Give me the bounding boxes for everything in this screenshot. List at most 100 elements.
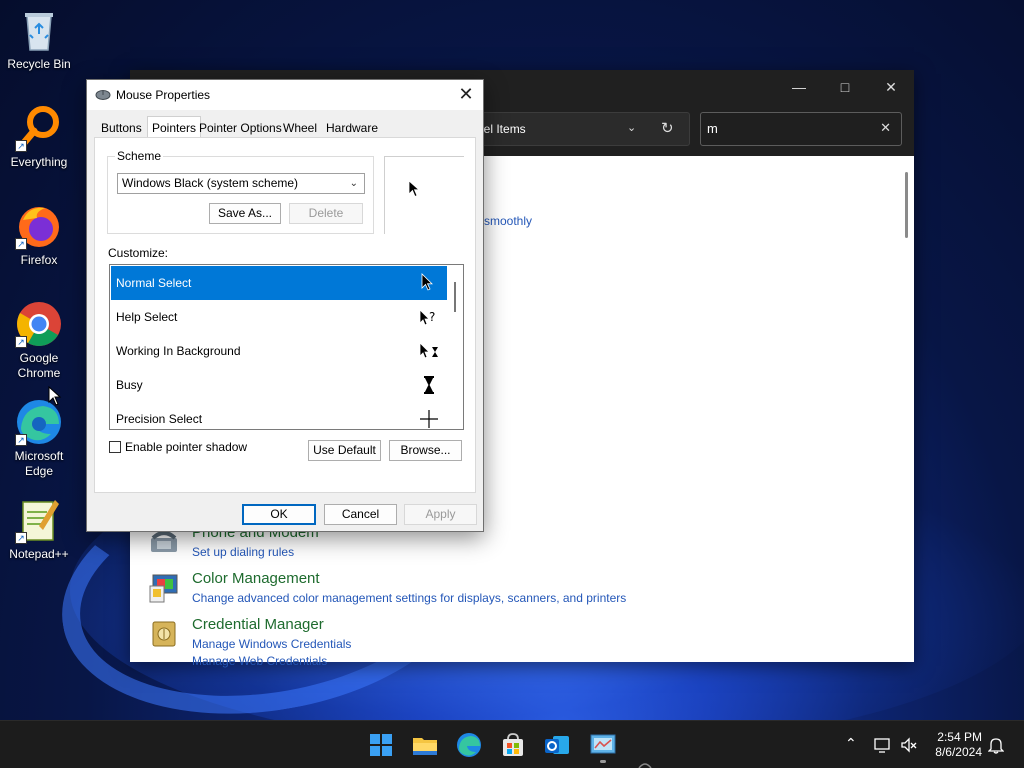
shortcut-arrow-icon: ↗ [15, 238, 27, 250]
clock[interactable]: 2:54 PM 8/6/2024 [920, 730, 982, 760]
ok-button[interactable]: OK [242, 504, 316, 525]
scheme-select-value: Windows Black (system scheme) [122, 176, 299, 190]
everything-search-icon: ↗ [15, 104, 63, 152]
chevron-up-icon[interactable]: ⌃ [845, 735, 857, 752]
credential-vault-icon [148, 618, 180, 650]
cp-item-title[interactable]: Color Management [192, 570, 320, 587]
cp-item-link[interactable]: Set up dialing rules [192, 545, 294, 559]
task-link-fragment[interactable]: smoothly [484, 214, 532, 228]
shortcut-arrow-icon: ↗ [15, 140, 27, 152]
list-item[interactable]: Help Select ? [111, 300, 447, 334]
desktop-icon-label: Microsoft Edge [14, 449, 64, 478]
close-button[interactable]: ✕ [868, 76, 914, 98]
pointer-name: Normal Select [116, 276, 192, 290]
desktop-icon-everything[interactable]: ↗ Everything [0, 104, 78, 170]
desktop-icon-firefox[interactable]: ↗ Firefox [0, 202, 78, 268]
mouse-cursor-icon [48, 386, 62, 406]
desktop-icon-google-chrome[interactable]: ↗ Google Chrome [0, 300, 78, 381]
clear-search-icon[interactable]: ✕ [880, 120, 891, 136]
precision-crosshair-icon [420, 410, 438, 428]
pointer-preview [384, 156, 464, 234]
scheme-select[interactable]: Windows Black (system scheme) ⌄ [117, 173, 365, 194]
cp-item-link[interactable]: Manage Web Credentials [192, 654, 327, 668]
start-button-windows-icon[interactable] [367, 731, 395, 759]
list-item[interactable]: Busy [111, 368, 447, 402]
mouse-icon [95, 90, 111, 100]
recycle-bin-icon [15, 6, 63, 54]
browse-button[interactable]: Browse... [389, 440, 462, 461]
network-icon[interactable] [874, 736, 892, 754]
scheme-group: Scheme Windows Black (system scheme) ⌄ S… [107, 149, 374, 234]
pointer-name: Help Select [116, 310, 178, 324]
desktop-icon-label: Everything [10, 155, 68, 169]
customize-label: Customize: [108, 246, 169, 260]
search-input-value: m [707, 121, 718, 136]
shortcut-arrow-icon: ↗ [15, 336, 27, 348]
checkbox-box[interactable] [109, 441, 121, 453]
clock-date: 8/6/2024 [935, 745, 982, 759]
shortcut-arrow-icon: ↗ [15, 434, 27, 446]
address-text: nel Items [477, 122, 526, 136]
desktop-icon-label: Recycle Bin [7, 57, 71, 71]
use-default-button[interactable]: Use Default [308, 440, 381, 461]
pointer-name: Busy [116, 378, 143, 392]
tab-hardware[interactable]: Hardware [322, 118, 382, 138]
cp-item-link[interactable]: Manage Windows Credentials [192, 637, 351, 651]
cp-item-title[interactable]: Credential Manager [192, 616, 324, 633]
cancel-button[interactable]: Cancel [324, 504, 397, 525]
color-management-icon [148, 572, 180, 604]
notification-bell-icon[interactable] [988, 736, 1004, 754]
notepad-plus-plus-icon: ↗ [15, 496, 63, 544]
chevron-down-icon: ⌄ [349, 178, 358, 189]
checkbox-label: Enable pointer shadow [125, 440, 248, 454]
normal-select-pointer-icon [421, 273, 433, 291]
scrollbar-thumb[interactable] [905, 172, 908, 238]
refresh-icon[interactable]: ↻ [661, 119, 674, 137]
pointers-tab-panel: Scheme Windows Black (system scheme) ⌄ S… [94, 137, 476, 493]
dialog-title: Mouse Properties [116, 88, 211, 102]
desktop-icon-label: Notepad++ [9, 547, 69, 561]
control-panel-icon[interactable] [589, 731, 617, 763]
desktop-icon-label: Firefox [20, 253, 58, 267]
shortcut-arrow-icon: ↗ [15, 532, 27, 544]
edge-browser-icon[interactable] [455, 731, 483, 759]
minimize-button[interactable]: — [776, 76, 822, 98]
volume-muted-icon[interactable] [900, 736, 918, 754]
chevron-down-icon[interactable]: ⌄ [627, 121, 636, 134]
pointer-name: Precision Select [116, 412, 203, 426]
list-item[interactable]: Working In Background [111, 334, 447, 368]
busy-hourglass-icon [424, 376, 434, 394]
tab-pointer-options[interactable]: Pointer Options [195, 118, 286, 138]
pointer-name: Working In Background [116, 344, 241, 358]
outlook-icon[interactable] [543, 731, 571, 759]
pointer-list[interactable]: Normal Select Help Select ? Working In B… [109, 264, 464, 430]
delete-button[interactable]: Delete [289, 203, 363, 224]
enable-pointer-shadow-checkbox[interactable]: Enable pointer shadow [109, 440, 247, 454]
mouse-properties-dialog[interactable]: Mouse Properties ✕ Buttons Pointers Poin… [86, 79, 484, 532]
dialog-titlebar[interactable]: Mouse Properties ✕ [87, 80, 483, 110]
list-item[interactable]: Normal Select [111, 266, 447, 300]
desktop-icon-recycle-bin[interactable]: Recycle Bin [0, 6, 78, 72]
help-select-pointer-icon: ? [419, 309, 435, 326]
running-indicator [600, 760, 606, 763]
microsoft-store-icon[interactable] [499, 731, 527, 759]
clock-time: 2:54 PM [937, 730, 982, 744]
arrow-pointer-preview-icon [408, 180, 420, 198]
list-scrollbar-thumb[interactable] [454, 282, 456, 312]
tab-buttons[interactable]: Buttons [97, 118, 146, 138]
save-as-button[interactable]: Save As... [209, 203, 281, 224]
firefox-icon: ↗ [15, 202, 63, 250]
search-input[interactable]: m ✕ [700, 112, 902, 146]
apply-button[interactable]: Apply [404, 504, 477, 525]
taskbar: ⌃ 2:54 PM 8/6/2024 [0, 720, 1024, 768]
file-explorer-icon[interactable] [411, 731, 439, 759]
desktop-icon-notepad-plus-plus[interactable]: ↗ Notepad++ [0, 496, 78, 562]
tab-wheel[interactable]: Wheel [279, 118, 321, 138]
close-icon[interactable]: ✕ [455, 84, 477, 106]
working-in-background-pointer-icon [419, 342, 438, 359]
desktop-icon-microsoft-edge[interactable]: ↗ Microsoft Edge [0, 398, 78, 479]
cp-item-link[interactable]: Change advanced color management setting… [192, 591, 626, 605]
maximize-button[interactable]: □ [822, 76, 868, 98]
chrome-icon: ↗ [15, 300, 63, 348]
list-item[interactable]: Precision Select [111, 402, 447, 429]
